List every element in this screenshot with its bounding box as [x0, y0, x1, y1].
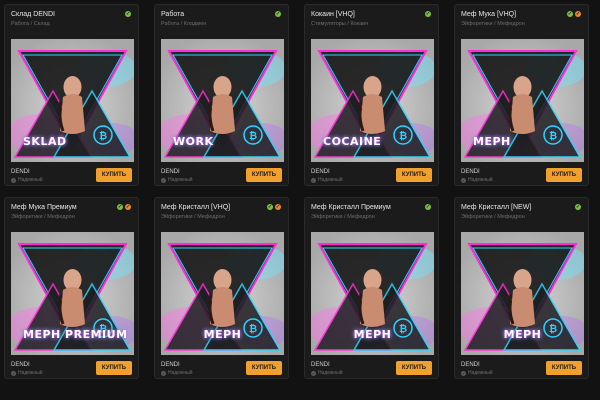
status-label: Надежный	[18, 370, 43, 376]
product-image[interactable]: ₿ COCAINE	[311, 39, 434, 162]
seller-name[interactable]: DENDI	[311, 169, 330, 175]
product-image[interactable]: ₿ MEPH PREMIUM	[11, 232, 134, 355]
product-title[interactable]: Меф Кристалл Премиум	[311, 204, 391, 211]
buy-button[interactable]: КУПИТЬ	[96, 168, 132, 182]
verified-icon: ✓	[117, 204, 123, 210]
product-art-label: MEPH	[353, 328, 392, 341]
product-image[interactable]: ₿ MEPH	[461, 232, 584, 355]
seller-name[interactable]: DENDI	[161, 169, 180, 175]
product-card-2[interactable]: Работа Работа / Кладмен ✓ ₿ WORK DENDI ✓…	[154, 4, 289, 186]
status-label: Надежный	[318, 177, 343, 183]
seller-name[interactable]: DENDI	[461, 362, 480, 368]
status-label: Надежный	[168, 177, 193, 183]
buy-button[interactable]: КУПИТЬ	[246, 361, 282, 375]
verified-icon: ✓	[425, 204, 431, 210]
status-label: Надежный	[318, 370, 343, 376]
check-icon: ✓	[461, 177, 466, 183]
check-icon: ✓	[461, 370, 466, 376]
seller-status: ✓ Надежный	[11, 370, 43, 376]
buy-button[interactable]: КУПИТЬ	[546, 168, 582, 182]
check-icon: ✓	[311, 177, 316, 183]
verified-icon: ✓	[275, 11, 281, 17]
check-icon: ✓	[11, 370, 16, 376]
seller-status: ✓ Надежный	[461, 370, 493, 376]
buy-button[interactable]: КУПИТЬ	[396, 168, 432, 182]
seller-status: ✓ Надежный	[311, 177, 343, 183]
product-category[interactable]: Стимуляторы / Кокаин	[311, 21, 368, 27]
product-title[interactable]: Кокаин [VHQ]	[311, 11, 355, 18]
product-card-8[interactable]: Меф Кристалл [NEW] Эйфоретики / Мефедрон…	[454, 197, 589, 379]
seller-status: ✓ Надежный	[11, 177, 43, 183]
status-label: Надежный	[468, 370, 493, 376]
product-category[interactable]: Эйфоретики / Мефедрон	[161, 214, 225, 220]
status-label: Надежный	[468, 177, 493, 183]
badges: ✓	[275, 11, 281, 17]
product-category[interactable]: Эйфоретики / Мефедрон	[461, 21, 525, 27]
product-category[interactable]: Работа / Склад	[11, 21, 50, 27]
check-icon: ✓	[311, 370, 316, 376]
badges: ✓ ✓	[267, 204, 281, 210]
product-art-label: MEPH PREMIUM	[23, 328, 128, 341]
buy-button[interactable]: КУПИТЬ	[546, 361, 582, 375]
check-icon: ✓	[11, 177, 16, 183]
verified-icon: ✓	[125, 11, 131, 17]
product-card-6[interactable]: Меф Кристалл [VHQ] Эйфоретики / Мефедрон…	[154, 197, 289, 379]
product-art-label: WORK	[173, 135, 214, 148]
verified-icon: ✓	[267, 204, 273, 210]
product-art-label: MEPH	[473, 135, 511, 148]
verified-icon: ✓	[567, 11, 573, 17]
product-art-label: SKLAD	[23, 135, 67, 148]
product-card-1[interactable]: Склад DENDI Работа / Склад ✓ ₿ SKLAD DEN…	[4, 4, 139, 186]
badges: ✓	[125, 11, 131, 17]
product-category[interactable]: Эйфоретики / Мефедрон	[461, 214, 525, 220]
product-image[interactable]: ₿ MEPH	[161, 232, 284, 355]
product-art-label: COCAINE	[323, 135, 382, 148]
buy-button[interactable]: КУПИТЬ	[246, 168, 282, 182]
verified-icon: ✓	[575, 204, 581, 210]
product-title[interactable]: Склад DENDI	[11, 11, 55, 18]
product-image[interactable]: ₿ SKLAD	[11, 39, 134, 162]
verified-icon: ✓	[425, 11, 431, 17]
status-label: Надежный	[168, 370, 193, 376]
badges: ✓ ✓	[117, 204, 131, 210]
check-icon: ✓	[161, 177, 166, 183]
product-category[interactable]: Эйфоретики / Мефедрон	[311, 214, 375, 220]
seller-status: ✓ Надежный	[461, 177, 493, 183]
product-card-4[interactable]: Меф Мука [VHQ] Эйфоретики / Мефедрон ✓✓	[454, 4, 589, 186]
check-icon: ✓	[161, 370, 166, 376]
warning-icon: ✓	[275, 204, 281, 210]
seller-status: ✓ Надежный	[161, 370, 193, 376]
badges: ✓ ✓	[567, 11, 581, 17]
badges: ✓	[575, 204, 581, 210]
product-image[interactable]: ₿ MEPH	[461, 39, 584, 162]
buy-button[interactable]: КУПИТЬ	[396, 361, 432, 375]
seller-name[interactable]: DENDI	[161, 362, 180, 368]
product-title[interactable]: Работа	[161, 11, 184, 18]
product-card-7[interactable]: Меф Кристалл Премиум Эйфоретики / Мефедр…	[304, 197, 439, 379]
badges: ✓	[425, 11, 431, 17]
product-art-label: MEPH	[503, 328, 542, 341]
product-category[interactable]: Работа / Кладмен	[161, 21, 206, 27]
buy-button[interactable]: КУПИТЬ	[96, 361, 132, 375]
seller-status: ✓ Надежный	[311, 370, 343, 376]
badges: ✓	[425, 204, 431, 210]
product-image[interactable]: ₿ WORK	[161, 39, 284, 162]
seller-name[interactable]: DENDI	[311, 362, 330, 368]
seller-name[interactable]: DENDI	[461, 169, 480, 175]
warning-icon: ✓	[125, 204, 131, 210]
product-card-5[interactable]: Меф Мука Премиум Эйфоретики / Мефедрон ✓…	[4, 197, 139, 379]
product-title[interactable]: Меф Мука Премиум	[11, 204, 77, 211]
product-category[interactable]: Эйфоретики / Мефедрон	[11, 214, 75, 220]
status-label: Надежный	[18, 177, 43, 183]
product-title[interactable]: Меф Кристалл [VHQ]	[161, 204, 230, 211]
product-card-3[interactable]: Кокаин [VHQ] Стимуляторы / Кокаин ✓ ₿ CO…	[304, 4, 439, 186]
seller-name[interactable]: DENDI	[11, 362, 30, 368]
product-art-label: MEPH	[203, 328, 242, 341]
warning-icon: ✓	[575, 11, 581, 17]
product-image[interactable]: ₿ MEPH	[311, 232, 434, 355]
seller-name[interactable]: DENDI	[11, 169, 30, 175]
product-title[interactable]: Меф Кристалл [NEW]	[461, 204, 531, 211]
product-title[interactable]: Меф Мука [VHQ]	[461, 11, 516, 18]
seller-status: ✓ Надежный	[161, 177, 193, 183]
